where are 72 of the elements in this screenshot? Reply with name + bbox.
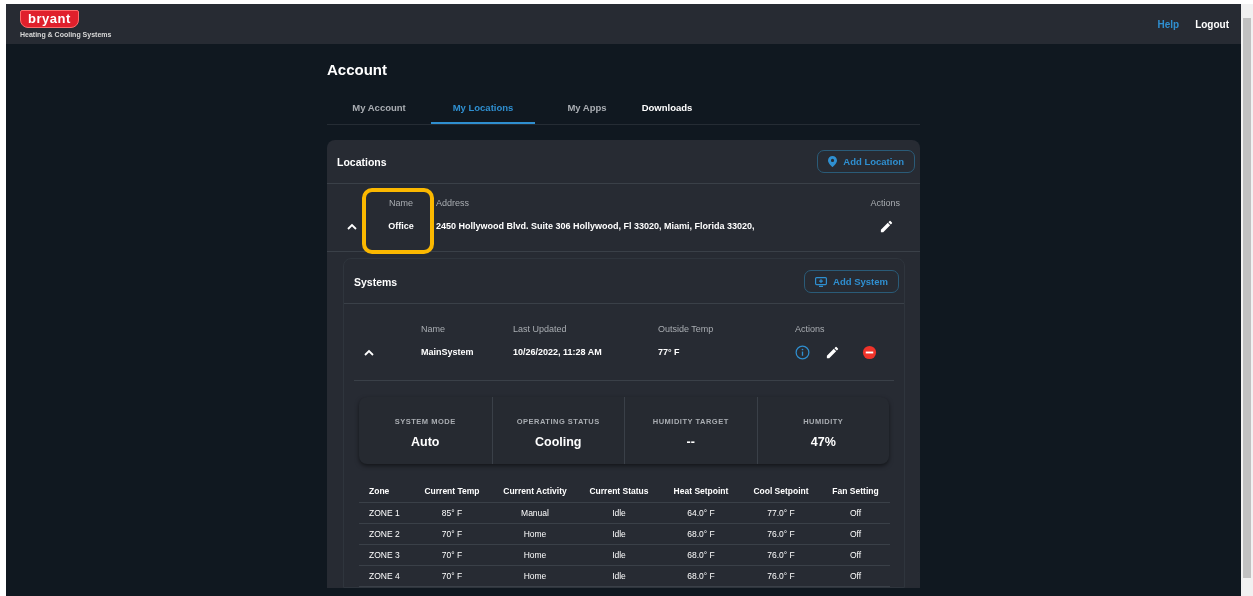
table-cell: 76.0° F bbox=[741, 544, 821, 566]
table-cell: 68.0° F bbox=[661, 565, 741, 587]
panel-title: Systems bbox=[354, 275, 398, 288]
remove-icon[interactable] bbox=[862, 344, 877, 360]
column-label: Name bbox=[421, 324, 446, 334]
logo-wordmark: bryant bbox=[20, 10, 79, 28]
column-header: Zone bbox=[359, 480, 411, 503]
column-label: Outside Temp bbox=[658, 324, 715, 334]
table-cell: 85° F bbox=[411, 502, 493, 524]
table-cell: 76.0° F bbox=[741, 523, 821, 545]
table-cell: 70° F bbox=[411, 523, 493, 545]
table-cell: Off bbox=[821, 523, 890, 545]
stat-value: Auto bbox=[411, 435, 440, 449]
table-cell: ZONE 2 bbox=[359, 523, 411, 545]
column-label: Actions bbox=[795, 324, 826, 334]
column-header: Current Status bbox=[577, 480, 661, 503]
tab[interactable]: Downloads bbox=[639, 92, 695, 124]
monitor-plus-icon bbox=[815, 276, 828, 287]
table-cell: 76.0° F bbox=[741, 565, 821, 587]
column-header: Fan Setting bbox=[821, 480, 890, 503]
column-header: Current Activity bbox=[493, 480, 577, 503]
stat-value: Cooling bbox=[535, 435, 582, 449]
header-link[interactable]: Logout bbox=[1195, 18, 1229, 30]
column-label: Address bbox=[435, 198, 471, 208]
table-cell: 68.0° F bbox=[661, 523, 741, 545]
table-cell: Idle bbox=[577, 565, 661, 587]
edit-pencil-icon[interactable] bbox=[879, 218, 894, 234]
outside-temp: 77° F bbox=[658, 347, 681, 357]
table-cell: Idle bbox=[577, 523, 661, 545]
table-cell: Idle bbox=[577, 544, 661, 566]
table-cell: Off bbox=[821, 565, 890, 587]
table-cell: Manual bbox=[493, 502, 577, 524]
stat-value: 47% bbox=[810, 435, 836, 449]
table-cell: 68.0° F bbox=[661, 544, 741, 566]
collapse-chevron-icon[interactable] bbox=[347, 223, 357, 231]
system-name: MainSystem bbox=[421, 347, 475, 357]
map-pin-icon bbox=[828, 156, 838, 167]
collapse-chevron-icon[interactable] bbox=[364, 349, 374, 357]
table-cell: Off bbox=[821, 502, 890, 524]
card-title: Locations bbox=[337, 155, 387, 168]
scrollbar[interactable] bbox=[1241, 4, 1253, 596]
last-updated: 10/26/2022, 11:28 AM bbox=[513, 347, 603, 357]
table-cell: Idle bbox=[577, 502, 661, 524]
table-cell: Home bbox=[493, 523, 577, 545]
page-title: Account bbox=[327, 61, 388, 78]
column-header: Heat Setpoint bbox=[661, 480, 741, 503]
column-header: Cool Setpoint bbox=[741, 480, 821, 503]
tab[interactable]: My Locations bbox=[431, 92, 535, 124]
edit-pencil-icon[interactable] bbox=[825, 344, 840, 360]
table-cell: 64.0° F bbox=[661, 502, 741, 524]
table-cell: Home bbox=[493, 565, 577, 587]
location-address: 2450 Hollywood Blvd. Suite 306 Hollywood, Fl 33020, Miami, Florida 33020, bbox=[435, 221, 756, 231]
table-cell: ZONE 3 bbox=[359, 544, 411, 566]
table-cell: Off bbox=[821, 544, 890, 566]
table-cell: ZONE 4 bbox=[359, 565, 411, 587]
table-cell: 70° F bbox=[411, 565, 493, 587]
column-label: Actions bbox=[869, 198, 900, 208]
table-cell: 70° F bbox=[411, 544, 493, 566]
header-link[interactable]: Help bbox=[1157, 18, 1180, 30]
add-location-button[interactable]: Add Location bbox=[817, 150, 915, 173]
table-cell: Home bbox=[493, 544, 577, 566]
info-icon[interactable] bbox=[795, 344, 810, 360]
table-cell: 77.0° F bbox=[741, 502, 821, 524]
table-cell: ZONE 1 bbox=[359, 502, 411, 524]
column-label: Name bbox=[388, 198, 414, 208]
location-name: Office bbox=[387, 221, 415, 231]
tab[interactable]: My Apps bbox=[535, 92, 639, 124]
column-header: Current Temp bbox=[411, 480, 493, 503]
add-system-button[interactable]: Add System bbox=[804, 270, 899, 293]
stat-value: -- bbox=[686, 435, 695, 449]
tab[interactable]: My Account bbox=[327, 92, 431, 124]
column-label: Last Updated bbox=[513, 324, 568, 334]
